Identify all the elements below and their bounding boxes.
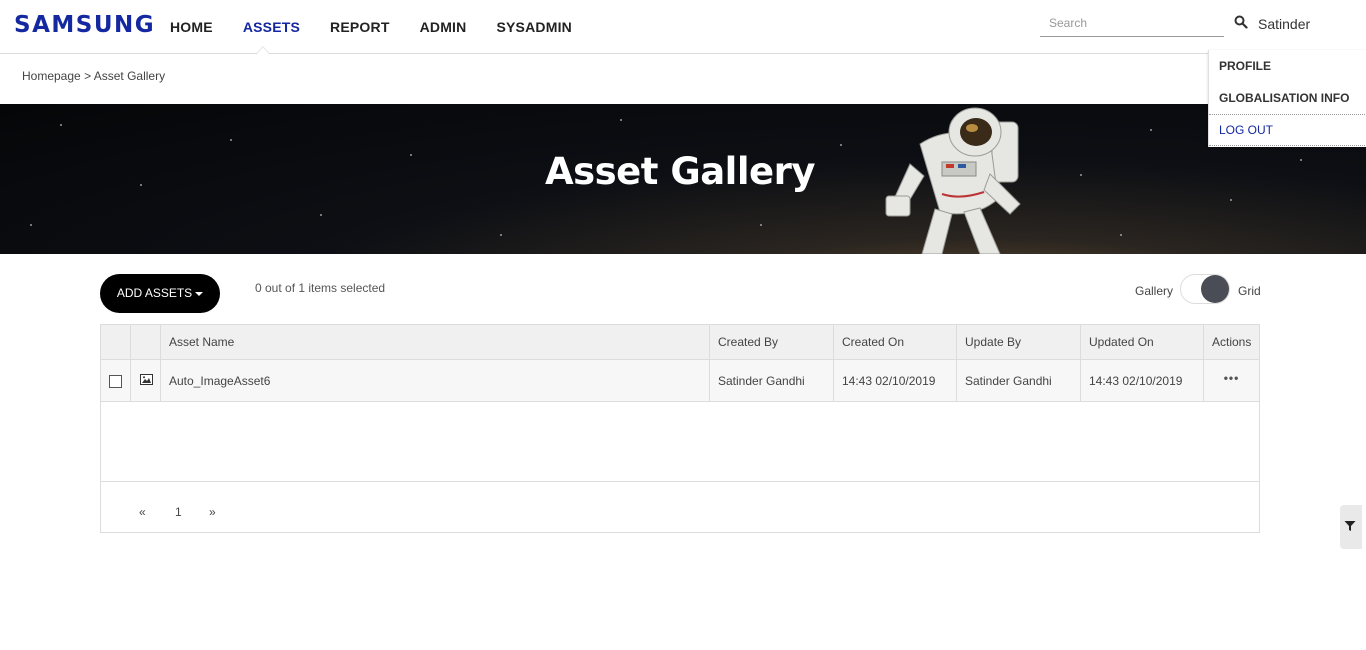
table-row[interactable]: Auto_ImageAsset6 Satinder Gandhi 14:43 0… [101,360,1259,402]
top-navbar: SAMSUNG HOME ASSETS REPORT ADMIN SYSADMI… [0,0,1366,54]
breadcrumb-home[interactable]: Homepage [22,69,81,83]
nav-report[interactable]: REPORT [330,19,390,35]
add-assets-button[interactable]: ADD ASSETS [100,274,220,313]
assets-table: Asset Name Created By Created On Update … [100,324,1260,533]
menu-divider [1209,114,1366,115]
hero-banner: Asset Gallery [0,104,1366,254]
pagination-prev[interactable]: « [139,505,146,519]
page-title: Asset Gallery [544,150,816,193]
search-box [1040,11,1224,37]
menu-divider [1209,145,1366,146]
header-created-by[interactable]: Created By [710,325,834,359]
header-actions: Actions [1212,335,1252,349]
menu-profile[interactable]: PROFILE [1219,59,1271,73]
cell-actions: ••• [1204,360,1259,401]
filter-icon [1344,521,1356,531]
pagination-next[interactable]: » [209,505,216,519]
breadcrumb-current: Asset Gallery [93,69,166,83]
image-icon [140,374,153,385]
pagination-divider [101,481,1259,482]
selection-count: 0 out of 1 items selected [255,281,386,295]
nav-home[interactable]: HOME [170,19,213,35]
header-updated-on[interactable]: Updated On [1081,325,1204,359]
cell-update-by: Satinder Gandhi [957,360,1081,401]
nav-admin[interactable]: ADMIN [420,19,467,35]
nav-assets[interactable]: ASSETS [243,19,300,35]
more-actions-icon[interactable]: ••• [1212,360,1259,396]
table-header: Asset Name Created By Created On Update … [101,325,1259,360]
filter-button[interactable] [1340,505,1362,549]
pagination-page-1[interactable]: 1 [175,505,182,519]
search-input[interactable] [1040,11,1224,35]
header-select-column [101,325,131,359]
menu-globalisation-info[interactable]: GLOBALISATION INFO [1219,91,1349,105]
view-grid-label: Grid [1238,284,1261,298]
samsung-logo[interactable]: SAMSUNG [14,12,155,38]
cell-asset-name[interactable]: Auto_ImageAsset6 [161,360,710,401]
add-assets-label: ADD ASSETS [116,286,193,300]
cell-updated-on: 14:43 02/10/2019 [1081,360,1204,401]
breadcrumb: Homepage > Asset Gallery [22,69,165,83]
row-checkbox[interactable] [109,375,122,388]
active-nav-indicator [256,46,270,54]
header-created-on[interactable]: Created On [834,325,957,359]
nav-sysadmin[interactable]: SYSADMIN [496,19,572,35]
menu-log-out[interactable]: LOG OUT [1219,123,1273,137]
row-select-cell [101,360,131,401]
cell-created-by: Satinder Gandhi [710,360,834,401]
view-gallery-label: Gallery [1135,284,1174,298]
header-type-column [131,325,161,359]
main-nav: HOME ASSETS REPORT ADMIN SYSADMIN [170,19,602,35]
search-icon[interactable] [1234,15,1248,29]
header-asset-name[interactable]: Asset Name [161,325,710,359]
header-update-by[interactable]: Update By [957,325,1081,359]
row-type-cell [131,360,161,401]
user-dropdown-menu: PROFILE GLOBALISATION INFO LOG OUT [1208,50,1366,147]
view-toggle[interactable] [1180,274,1230,304]
breadcrumb-separator: > [84,69,92,83]
cell-created-on: 14:43 02/10/2019 [834,360,957,401]
user-menu-toggle[interactable]: Satinder [1258,16,1310,32]
chevron-down-icon [195,291,204,296]
toggle-knob [1201,275,1229,303]
